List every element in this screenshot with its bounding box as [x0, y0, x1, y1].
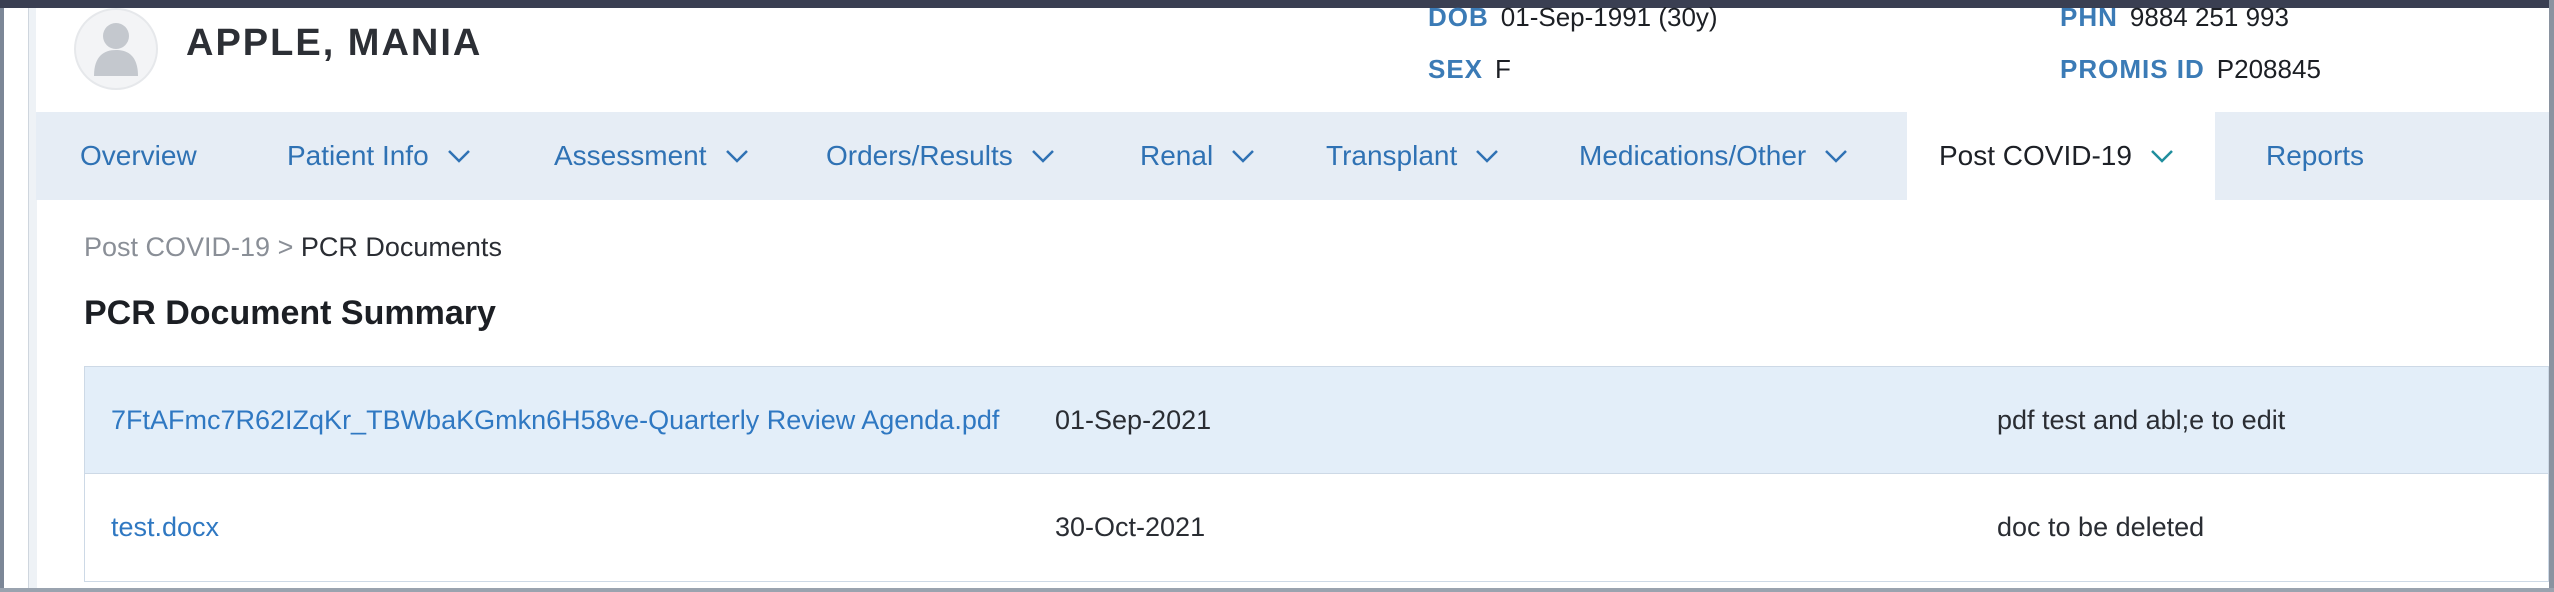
sex-field: SEX F	[1428, 54, 1511, 85]
tab-medications-other-label: Medications/Other	[1579, 140, 1807, 171]
chevron-down-icon	[1825, 150, 1848, 163]
table-row[interactable]: 7FtAFmc7R62IZqKr_TBWbaKGmkn6H58ve-Quarte…	[84, 366, 2549, 474]
tab-transplant-label: Transplant	[1326, 140, 1458, 171]
chevron-down-icon	[725, 150, 748, 163]
chevron-down-icon	[2151, 150, 2173, 163]
dob-label: DOB	[1428, 2, 1489, 32]
patient-header: APPLE, MANIA DOB 01-Sep-1991 (30y) SEX F P…	[36, 2, 2549, 112]
main-nav: Overview Patient Info Assessment Orders/…	[36, 112, 2549, 200]
tab-patient-info-label: Patient Info	[287, 140, 429, 171]
avatar	[74, 8, 158, 90]
breadcrumb-separator: >	[277, 232, 294, 262]
page-title: PCR Document Summary	[84, 294, 496, 332]
phn-label: PHN	[2060, 2, 2118, 32]
promis-id-value: P208845	[2216, 54, 2321, 84]
tab-orders-results-label: Orders/Results	[826, 140, 1013, 171]
chevron-down-icon	[1476, 150, 1499, 163]
phn-field: PHN 9884 251 993	[2060, 2, 2289, 33]
user-icon	[94, 23, 138, 76]
sex-value: F	[1495, 54, 1511, 84]
breadcrumb-parent[interactable]: Post COVID-19	[84, 232, 270, 262]
breadcrumb-current: PCR Documents	[300, 232, 502, 262]
tab-transplant[interactable]: Transplant	[1326, 112, 1499, 200]
tab-post-covid-19-label: Post COVID-19	[1939, 140, 2132, 171]
document-description: pdf test and abl;e to edit	[1997, 404, 2286, 435]
window-right-border	[2549, 0, 2554, 592]
tab-patient-info[interactable]: Patient Info	[287, 112, 471, 200]
document-description: doc to be deleted	[1997, 511, 2205, 542]
sex-label: SEX	[1428, 54, 1484, 84]
tab-overview[interactable]: Overview	[80, 112, 197, 200]
tab-renal-label: Renal	[1140, 140, 1214, 171]
dob-field: DOB 01-Sep-1991 (30y)	[1428, 2, 1718, 33]
document-table: 7FtAFmc7R62IZqKr_TBWbaKGmkn6H58ve-Quarte…	[84, 366, 2549, 582]
tab-reports[interactable]: Reports	[2266, 112, 2364, 200]
dob-value: 01-Sep-1991 (30y)	[1500, 2, 1718, 32]
patient-name: APPLE, MANIA	[186, 22, 483, 64]
tab-assessment-label: Assessment	[554, 140, 707, 171]
phn-value: 9884 251 993	[2129, 2, 2289, 32]
chevron-down-icon	[1031, 150, 1054, 163]
tab-reports-label: Reports	[2266, 140, 2365, 171]
window-left-border	[0, 8, 4, 592]
window-bottom-border	[0, 588, 2554, 592]
tab-post-covid-19[interactable]: Post COVID-19	[1907, 112, 2215, 200]
tab-orders-results[interactable]: Orders/Results	[826, 112, 1055, 200]
tab-renal[interactable]: Renal	[1140, 112, 1255, 200]
document-date: 01-Sep-2021	[1055, 404, 1212, 435]
tab-overview-label: Overview	[80, 140, 197, 171]
promis-id-field: PROMIS ID P208845	[2060, 54, 2321, 85]
document-date: 30-Oct-2021	[1055, 511, 1206, 542]
table-row[interactable]: test.docx 30-Oct-2021 doc to be deleted	[84, 474, 2549, 582]
document-link[interactable]: 7FtAFmc7R62IZqKr_TBWbaKGmkn6H58ve-Quarte…	[111, 367, 999, 473]
breadcrumb: Post COVID-19 > PCR Documents	[84, 232, 502, 263]
chevron-down-icon	[1232, 150, 1255, 163]
tab-medications-other[interactable]: Medications/Other	[1579, 112, 1848, 200]
document-link[interactable]: test.docx	[111, 474, 219, 580]
chevron-down-icon	[447, 150, 470, 163]
promis-id-label: PROMIS ID	[2060, 54, 2205, 84]
tab-assessment[interactable]: Assessment	[554, 112, 749, 200]
